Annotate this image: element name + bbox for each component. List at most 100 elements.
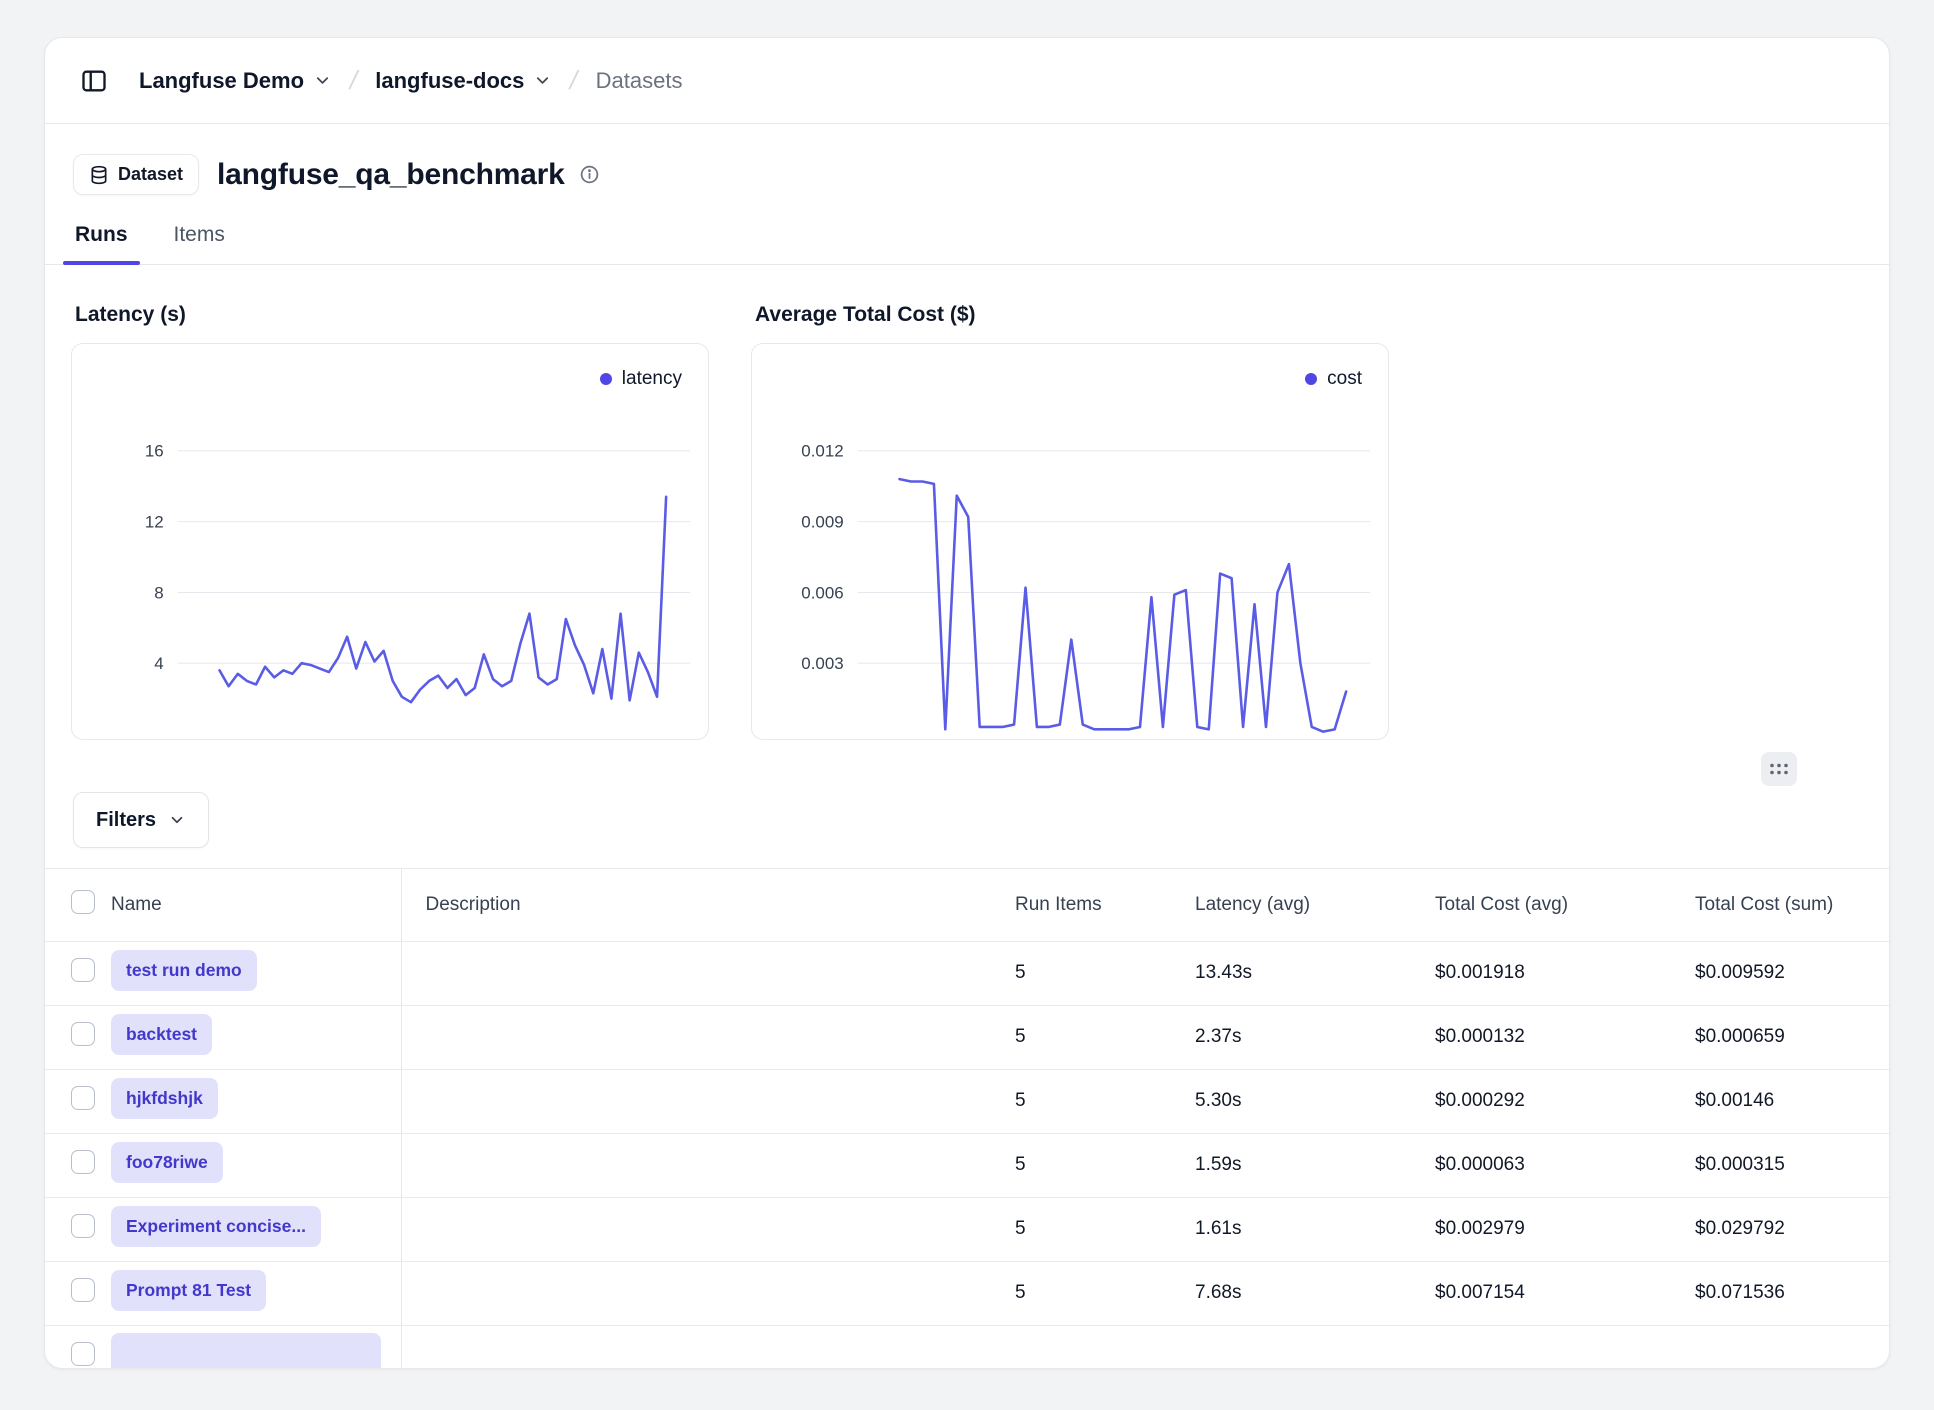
dataset-badge: Dataset bbox=[73, 154, 199, 195]
table-row[interactable]: Prompt 81 Test57.68s$0.007154$0.071536 bbox=[45, 1261, 1890, 1325]
sidebar-toggle-button[interactable] bbox=[73, 60, 115, 102]
breadcrumb-project-label: langfuse-docs bbox=[375, 68, 524, 94]
run-name-link[interactable]: backtest bbox=[111, 1014, 212, 1055]
description-cell bbox=[401, 1069, 991, 1133]
run-items-cell: 5 bbox=[991, 1197, 1171, 1261]
table-row[interactable] bbox=[45, 1325, 1890, 1369]
run-items-cell bbox=[991, 1325, 1171, 1369]
latency-avg-cell: 5.30s bbox=[1171, 1069, 1411, 1133]
table-row[interactable]: backtest 52.37s$0.000132$0.000659 bbox=[45, 1005, 1890, 1069]
latency-chart-title: Latency (s) bbox=[75, 303, 709, 327]
latency-chart: latency 4 8 12 16 bbox=[71, 343, 709, 740]
run-items-cell: 5 bbox=[991, 1133, 1171, 1197]
database-icon bbox=[89, 165, 109, 185]
dataset-badge-label: Dataset bbox=[118, 164, 183, 185]
row-checkbox[interactable] bbox=[71, 1342, 95, 1366]
column-header-total-cost-sum: Total Cost (sum) bbox=[1671, 869, 1890, 941]
legend-label: cost bbox=[1327, 368, 1362, 390]
run-items-cell: 5 bbox=[991, 1005, 1171, 1069]
row-checkbox[interactable] bbox=[71, 1086, 95, 1110]
info-icon[interactable] bbox=[579, 164, 600, 185]
description-cell bbox=[401, 1261, 991, 1325]
filters-button[interactable]: Filters bbox=[73, 792, 209, 848]
cost-chart-block: Average Total Cost ($) cost 0.0030.0060.… bbox=[751, 303, 1389, 740]
run-items-cell: 5 bbox=[991, 1069, 1171, 1133]
tab-bar: Runs Items bbox=[45, 211, 1889, 265]
description-cell bbox=[401, 941, 991, 1005]
total-cost-sum-cell: $0.029792 bbox=[1671, 1197, 1890, 1261]
breadcrumb: Langfuse Demo / langfuse-docs / Datasets bbox=[135, 62, 686, 100]
description-cell bbox=[401, 1005, 991, 1069]
page-title: langfuse_qa_benchmark bbox=[217, 158, 565, 192]
run-items-cell: 5 bbox=[991, 941, 1171, 1005]
legend-dot-icon bbox=[1305, 373, 1317, 385]
run-items-cell: 5 bbox=[991, 1261, 1171, 1325]
total-cost-sum-cell: $0.000659 bbox=[1671, 1005, 1890, 1069]
svg-text:0.012: 0.012 bbox=[801, 442, 843, 461]
total-cost-avg-cell: $0.001918 bbox=[1411, 941, 1671, 1005]
filters-row: Filters bbox=[45, 792, 1889, 848]
run-name-link[interactable]: hjkfdshjk bbox=[111, 1078, 218, 1119]
column-header-description: Description bbox=[401, 869, 991, 941]
latency-avg-cell: 2.37s bbox=[1171, 1005, 1411, 1069]
svg-text:12: 12 bbox=[145, 513, 164, 532]
chevron-down-icon bbox=[168, 811, 186, 829]
latency-avg-cell: 7.68s bbox=[1171, 1261, 1411, 1325]
run-name-link[interactable]: Experiment concise... bbox=[111, 1206, 321, 1247]
latency-avg-cell: 13.43s bbox=[1171, 941, 1411, 1005]
total-cost-sum-cell: $0.009592 bbox=[1671, 941, 1890, 1005]
charts-section: Latency (s) latency 4 8 12 16 Average Total… bbox=[45, 265, 1889, 740]
breadcrumb-org-selector[interactable]: Langfuse Demo bbox=[135, 62, 336, 100]
row-checkbox[interactable] bbox=[71, 1022, 95, 1046]
svg-text:0.009: 0.009 bbox=[801, 513, 843, 532]
chevron-down-icon bbox=[313, 71, 332, 90]
filters-button-label: Filters bbox=[96, 809, 156, 832]
column-header-name: Name bbox=[103, 869, 401, 941]
run-name-link[interactable]: Prompt 81 Test bbox=[111, 1270, 266, 1311]
total-cost-avg-cell: $0.007154 bbox=[1411, 1261, 1671, 1325]
main-card: Langfuse Demo / langfuse-docs / Datasets bbox=[44, 37, 1890, 1369]
tab-items[interactable]: Items bbox=[172, 211, 227, 264]
row-checkbox[interactable] bbox=[71, 958, 95, 982]
run-name-link[interactable]: foo78riwe bbox=[111, 1142, 223, 1183]
drag-handle[interactable] bbox=[1761, 752, 1797, 786]
breadcrumb-project-selector[interactable]: langfuse-docs bbox=[371, 62, 556, 100]
table-header-row: Name Description Run Items Latency (avg)… bbox=[45, 869, 1890, 941]
runs-table: Name Description Run Items Latency (avg)… bbox=[45, 869, 1890, 1369]
legend-label: latency bbox=[622, 368, 682, 390]
description-cell bbox=[401, 1325, 991, 1369]
svg-text:16: 16 bbox=[145, 442, 164, 461]
breadcrumb-section[interactable]: Datasets bbox=[592, 62, 687, 100]
svg-text:0.003: 0.003 bbox=[801, 654, 843, 673]
svg-text:8: 8 bbox=[154, 583, 163, 602]
row-checkbox[interactable] bbox=[71, 1278, 95, 1302]
total-cost-avg-cell: $0.000063 bbox=[1411, 1133, 1671, 1197]
tab-runs[interactable]: Runs bbox=[73, 211, 130, 264]
run-name-link[interactable] bbox=[111, 1333, 381, 1369]
table-row[interactable]: foo78riwe 51.59s$0.000063$0.000315 bbox=[45, 1133, 1890, 1197]
select-all-checkbox[interactable] bbox=[71, 890, 95, 914]
latency-chart-block: Latency (s) latency 4 8 12 16 bbox=[71, 303, 709, 740]
total-cost-avg-cell: $0.000132 bbox=[1411, 1005, 1671, 1069]
column-header-total-cost-avg: Total Cost (avg) bbox=[1411, 869, 1671, 941]
table-row[interactable]: hjkfdshjk55.30s$0.000292$0.00146 bbox=[45, 1069, 1890, 1133]
legend-dot-icon bbox=[600, 373, 612, 385]
svg-text:4: 4 bbox=[154, 654, 163, 673]
row-checkbox[interactable] bbox=[71, 1214, 95, 1238]
description-cell bbox=[401, 1197, 991, 1261]
dataset-header: Dataset langfuse_qa_benchmark bbox=[45, 124, 1889, 195]
chevron-down-icon bbox=[533, 71, 552, 90]
latency-avg-cell bbox=[1171, 1325, 1411, 1369]
total-cost-sum-cell: $0.000315 bbox=[1671, 1133, 1890, 1197]
breadcrumb-separator: / bbox=[567, 65, 581, 96]
latency-avg-cell: 1.59s bbox=[1171, 1133, 1411, 1197]
row-checkbox[interactable] bbox=[71, 1150, 95, 1174]
total-cost-avg-cell bbox=[1411, 1325, 1671, 1369]
topbar: Langfuse Demo / langfuse-docs / Datasets bbox=[45, 38, 1889, 124]
table-row[interactable]: Experiment concise...51.61s$0.002979$0.0… bbox=[45, 1197, 1890, 1261]
run-name-link[interactable]: test run demo bbox=[111, 950, 257, 991]
cost-chart-legend: cost bbox=[1305, 368, 1362, 390]
cost-chart-title: Average Total Cost ($) bbox=[755, 303, 1389, 327]
table-row[interactable]: test run demo 513.43s$0.001918$0.009592 bbox=[45, 941, 1890, 1005]
total-cost-avg-cell: $0.000292 bbox=[1411, 1069, 1671, 1133]
